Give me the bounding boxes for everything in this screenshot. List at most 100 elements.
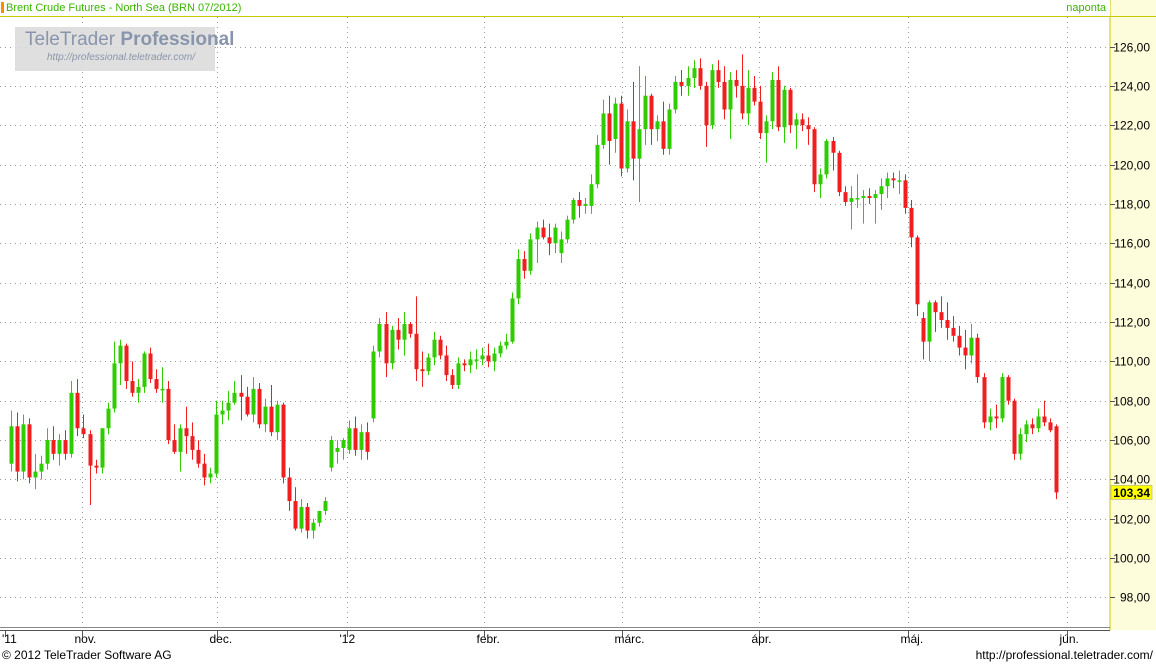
candle-body <box>535 227 540 240</box>
candle-body <box>63 440 68 454</box>
candle-body <box>577 200 582 206</box>
teletrader-watermark: TeleTrader Professional http://professio… <box>15 27 234 71</box>
price-tick-label: 108,00 <box>1113 395 1150 409</box>
candle-body <box>275 404 280 433</box>
candle-body <box>637 129 642 159</box>
candle-body <box>758 101 763 134</box>
candle-body <box>323 501 328 511</box>
candle-body <box>498 345 503 354</box>
candle-body <box>1012 400 1017 454</box>
candle-body <box>794 119 799 126</box>
candle-body <box>365 432 370 452</box>
candle-body <box>202 463 207 478</box>
candle-body <box>752 87 757 102</box>
time-tick-label: '12 <box>340 632 356 646</box>
candle-body <box>704 85 709 126</box>
candle-body <box>384 323 389 364</box>
candle-body <box>305 506 310 531</box>
candle-body <box>553 227 558 244</box>
candle-body <box>142 353 147 387</box>
candle-body <box>716 70 721 82</box>
candle-body <box>335 447 340 452</box>
candle-body <box>39 463 44 472</box>
candle-body <box>782 89 787 128</box>
candle-body <box>903 180 908 208</box>
candle-body <box>547 237 552 244</box>
candle-body <box>269 406 274 433</box>
candle-body <box>311 522 316 531</box>
candle-body <box>679 81 684 86</box>
candle-body <box>220 410 225 415</box>
candle-body <box>426 357 431 372</box>
candle-body <box>166 388 171 441</box>
candle-body <box>371 351 376 419</box>
candle-body <box>516 259 521 299</box>
price-tick-label: 110,00 <box>1114 355 1150 369</box>
candle-body <box>595 144 600 185</box>
candle-body <box>245 396 250 415</box>
candle-body <box>982 377 987 423</box>
candle-body <box>776 79 781 128</box>
candle-body <box>69 392 74 454</box>
candle-body <box>818 174 823 185</box>
time-tick-label: márc. <box>615 632 645 646</box>
candle-body <box>359 432 364 450</box>
price-tick-label: 98,00 <box>1120 591 1150 605</box>
candle-body <box>1054 426 1059 493</box>
candle-body <box>879 186 884 195</box>
candle-body <box>1006 377 1011 401</box>
candle-body <box>329 440 334 468</box>
candle-body <box>692 68 697 78</box>
watermark-url: http://professional.teletrader.com/ <box>47 52 196 63</box>
chart-title: Brent Crude Futures - North Sea (BRN 07/… <box>6 2 242 14</box>
last-price-label: 103,34 <box>1113 486 1150 500</box>
price-tick-label: 126,00 <box>1113 41 1150 55</box>
price-tick-label: 116,00 <box>1114 237 1150 251</box>
candle-body <box>462 363 467 366</box>
candle-body <box>800 119 805 126</box>
candle-body <box>571 200 576 220</box>
candle-body <box>559 239 564 254</box>
time-tick-label: máj. <box>901 632 924 646</box>
price-tick-label: 106,00 <box>1113 434 1150 448</box>
candle-body <box>251 388 256 415</box>
candle-body <box>607 113 612 141</box>
candle-body <box>812 129 817 185</box>
candle-body <box>770 79 775 122</box>
candle-body <box>806 125 811 130</box>
time-tick-label: '11 <box>2 632 17 646</box>
candle-body <box>528 239 533 271</box>
candle-body <box>897 180 902 182</box>
candle-body <box>661 121 666 149</box>
candle-body <box>208 473 213 478</box>
candle-body <box>293 501 298 529</box>
candle-body <box>909 207 914 238</box>
candle-body <box>420 369 425 372</box>
time-tick-label: ápr. <box>752 632 772 646</box>
candle-body <box>9 426 14 464</box>
candle-body <box>655 121 660 130</box>
candle-body <box>1018 434 1023 454</box>
candle-body <box>945 320 950 328</box>
candle-body <box>788 89 793 126</box>
footer-url-link[interactable]: http://professional.teletrader.com/ <box>976 648 1153 662</box>
candle-body <box>184 428 189 437</box>
candle-body <box>75 392 80 429</box>
candle-body <box>843 192 848 202</box>
price-chart: 98,00 100,00 102,00 104,00 106,00 108,00 110,0… <box>0 0 1156 664</box>
time-tick-label: dec. <box>210 632 233 646</box>
candle-body <box>541 227 546 238</box>
candle-body <box>112 363 117 409</box>
candle-body <box>1036 416 1041 429</box>
candle-body <box>408 323 413 334</box>
candle-body <box>317 510 322 523</box>
candle-body <box>686 78 691 86</box>
candle-body <box>33 471 38 478</box>
candle-body <box>698 68 703 86</box>
candle-body <box>873 194 878 199</box>
interval-label[interactable]: naponta <box>1066 1 1106 15</box>
candle-body <box>94 465 99 468</box>
candle-body <box>994 416 999 419</box>
candle-body <box>933 302 938 313</box>
candle-body <box>867 196 872 199</box>
